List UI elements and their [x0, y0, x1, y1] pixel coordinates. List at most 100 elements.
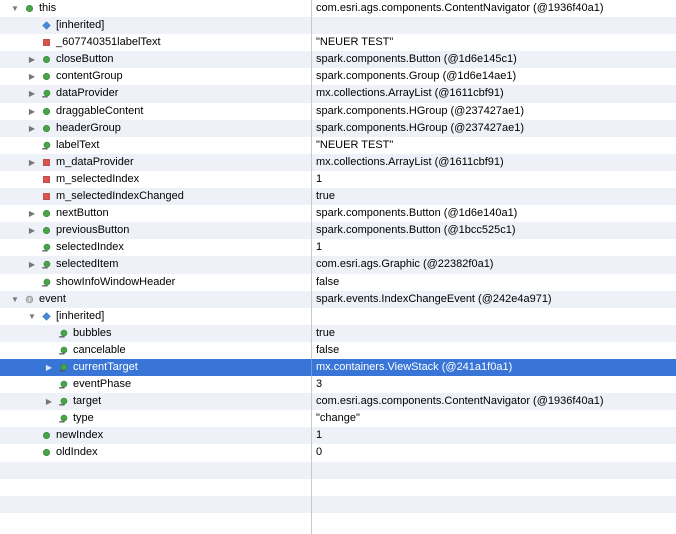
name-cell: ▶ draggableContent: [0, 103, 311, 120]
name-cell: ▶ selectedItem: [0, 256, 311, 273]
variable-value: 1: [316, 429, 323, 442]
variable-value: spark.components.Button (@1d6e140a1): [316, 207, 518, 220]
tree-row[interactable]: ▶ previousButton spark.components.Button (…: [0, 222, 676, 240]
tree-row[interactable]: oldIndex 0: [0, 444, 676, 462]
variable-name: [inherited]: [56, 19, 105, 32]
tree-row[interactable]: m_selectedIndex 1: [0, 170, 676, 189]
tree-row[interactable]: [inherited]: [0, 17, 676, 35]
variable-name: newIndex: [56, 429, 104, 442]
red-square-icon: [43, 176, 50, 183]
variable-name: selectedItem: [56, 258, 119, 271]
red-square-icon: [43, 158, 50, 166]
variables-tree: ▼ this com.esri.ags.components.ContentNavi…: [0, 0, 676, 534]
tree-row[interactable]: labelText "NEUER TEST": [0, 136, 676, 154]
tree-row[interactable]: ▼ [inherited]: [0, 307, 676, 325]
cell-divider: [311, 478, 312, 496]
tree-row[interactable]: ▶ dataProvider mx.collections.ArrayList (@…: [0, 85, 676, 103]
variable-name: draggableContent: [56, 104, 144, 117]
tree-row[interactable]: ▶ draggableContent spark.components.HGroup…: [0, 102, 676, 120]
name-cell: [0, 496, 311, 513]
disclosure-expanded-icon[interactable]: ▼: [10, 0, 20, 17]
cell-divider: [311, 307, 312, 325]
variable-name: closeButton: [56, 53, 114, 66]
name-cell: ▶ previousButton: [0, 222, 311, 239]
disclosure-collapsed-icon[interactable]: ▶: [44, 359, 54, 376]
tree-row[interactable]: selectedIndex 1: [0, 239, 676, 257]
tree-row[interactable]: ▶ closeButton spark.components.Button (@1d…: [0, 51, 676, 69]
variable-name: cancelable: [73, 343, 126, 356]
disclosure-collapsed-icon[interactable]: ▶: [27, 154, 37, 171]
disclosure-collapsed-icon[interactable]: ▶: [27, 51, 37, 68]
disclosure-collapsed-icon[interactable]: ▶: [27, 222, 37, 239]
variable-name: [inherited]: [56, 309, 105, 322]
cell-divider: [311, 495, 312, 513]
tree-row[interactable]: ▶ target com.esri.ags.components.ContentNa…: [0, 393, 676, 411]
disclosure-expanded-icon[interactable]: ▼: [27, 308, 37, 325]
variable-value: mx.collections.ArrayList (@1611cbf91): [316, 155, 504, 168]
name-cell: ▶ currentTarget: [0, 359, 311, 376]
cell-divider: [311, 393, 312, 411]
tree-row[interactable]: ▼ this com.esri.ags.components.ContentNavi…: [0, 0, 676, 18]
blue-diamond-icon: [42, 21, 51, 30]
variable-value: com.esri.ags.components.ContentNavigator…: [316, 395, 604, 408]
cell-divider: [311, 170, 312, 189]
cell-divider: [311, 222, 312, 240]
cell-divider: [311, 205, 312, 223]
tree-row[interactable]: bubbles true: [0, 324, 676, 342]
variable-value: true: [316, 326, 335, 339]
tree-row[interactable]: ▶ currentTarget mx.containers.ViewStack (@…: [0, 358, 676, 377]
disclosure-collapsed-icon[interactable]: ▶: [27, 256, 37, 273]
empty-row: [0, 495, 676, 513]
name-cell: cancelable: [0, 342, 311, 359]
tree-row[interactable]: ▶ contentGroup spark.components.Group (@1d…: [0, 68, 676, 86]
tree-row[interactable]: ▼ ℓ event spark.events.IndexChangeEvent (@2…: [0, 290, 676, 308]
name-cell: oldIndex: [0, 444, 311, 461]
tree-row[interactable]: _607740351labelText "NEUER TEST": [0, 34, 676, 52]
green-circle-icon: [42, 56, 51, 64]
empty-row: [0, 478, 676, 496]
cell-divider: [311, 376, 312, 394]
name-cell: [0, 462, 311, 479]
tree-row[interactable]: ▶ nextButton spark.components.Button (@1d6…: [0, 205, 676, 223]
tree-row[interactable]: eventPhase 3: [0, 376, 676, 394]
disclosure-collapsed-icon[interactable]: ▶: [27, 68, 37, 85]
green-circle-icon: [42, 124, 51, 132]
tree-row[interactable]: type "change": [0, 410, 676, 428]
name-cell: [0, 479, 311, 496]
green-circle-icon: [42, 432, 51, 440]
disclosure-collapsed-icon[interactable]: ▶: [27, 85, 37, 102]
tree-row[interactable]: cancelable false: [0, 341, 676, 359]
variable-value: com.esri.ags.Graphic (@22382f0a1): [316, 258, 494, 271]
variable-value: false: [316, 343, 340, 356]
getter-icon: [42, 261, 51, 269]
tree-row[interactable]: m_selectedIndexChanged true: [0, 188, 676, 206]
variable-name: nextButton: [56, 207, 109, 220]
tree-row[interactable]: ▶ selectedItem com.esri.ags.Graphic (@2238…: [0, 256, 676, 274]
disclosure-expanded-icon[interactable]: ▼: [10, 291, 20, 308]
cell-divider: [311, 427, 312, 445]
cell-divider: [311, 410, 312, 428]
disclosure-collapsed-icon[interactable]: ▶: [44, 393, 54, 410]
disclosure-collapsed-icon[interactable]: ▶: [27, 120, 37, 137]
variable-name: dataProvider: [56, 87, 119, 100]
name-cell: eventPhase: [0, 376, 311, 393]
variable-name: bubbles: [73, 326, 112, 339]
cell-divider: [311, 136, 312, 154]
getter-icon: [42, 141, 51, 150]
tree-row[interactable]: ▶ headerGroup spark.components.HGroup (@23…: [0, 119, 676, 137]
getter-icon: [59, 414, 68, 423]
tree-row[interactable]: ▶ m_dataProvider mx.collections.ArrayList …: [0, 153, 676, 171]
name-cell: _607740351labelText: [0, 34, 311, 51]
getter-icon: [59, 346, 68, 355]
empty-row: [0, 461, 676, 479]
disclosure-collapsed-icon[interactable]: ▶: [27, 103, 37, 120]
disclosure-collapsed-icon[interactable]: ▶: [27, 205, 37, 222]
cell-divider: [311, 341, 312, 359]
variable-value: com.esri.ags.components.ContentNavigator…: [316, 2, 604, 14]
red-square-icon: [43, 193, 50, 200]
cell-divider: [311, 17, 312, 35]
variable-value: mx.containers.ViewStack (@241a1f0a1): [316, 360, 513, 373]
tree-row[interactable]: newIndex 1: [0, 427, 676, 445]
empty-row: [0, 512, 676, 530]
tree-row[interactable]: showInfoWindowHeader false: [0, 273, 676, 291]
